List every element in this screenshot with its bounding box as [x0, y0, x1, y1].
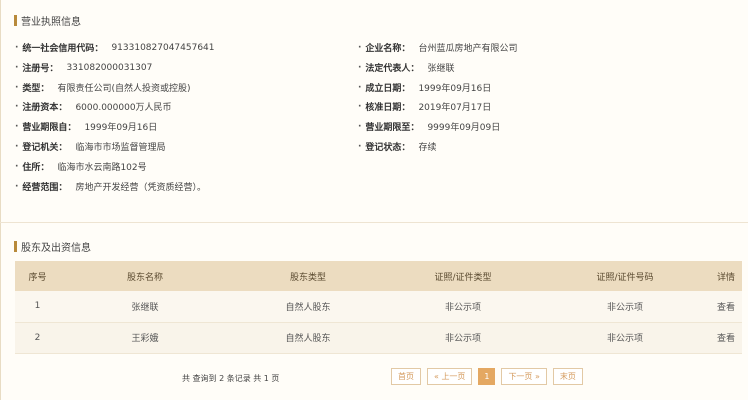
section-marker: [14, 15, 17, 26]
established-row: · 成立日期： 1999年09月16日: [358, 81, 492, 95]
address-value: 临海市水云南路102号: [57, 163, 147, 173]
cell-cert-type: 非公示项: [386, 291, 540, 323]
company-name-value: 台州蓝瓜房地产有限公司: [418, 44, 518, 54]
term-to-row: · 营业期限至： 9999年09月09日: [358, 120, 501, 134]
cell-name: 王彩娥: [60, 322, 230, 354]
bullet-icon: ·: [358, 141, 362, 152]
license-section-title: 营业执照信息: [14, 13, 81, 28]
capital-label: 注册资本：: [22, 103, 68, 113]
table-row: 1 张继联 自然人股东 非公示项 非公示项 查看: [15, 291, 742, 323]
bullet-icon: ·: [15, 42, 19, 53]
credit-code-row: · 统一社会信用代码： 913310827047457641: [15, 41, 215, 55]
type-label: 类型：: [22, 84, 50, 94]
col-header-index: 序号: [15, 261, 60, 291]
established-value: 1999年09月16日: [418, 84, 492, 94]
col-header-detail: 详情: [710, 261, 742, 291]
bullet-icon: ·: [358, 101, 362, 112]
cell-type: 自然人股东: [230, 291, 386, 323]
col-header-cert-type: 证照/证件类型: [386, 261, 540, 291]
view-detail-link[interactable]: 查看: [710, 291, 742, 323]
bullet-icon: ·: [358, 121, 362, 132]
section-marker: [14, 241, 17, 252]
current-page-button[interactable]: 1: [478, 368, 496, 385]
col-header-type: 股东类型: [230, 261, 386, 291]
reg-no-label: 注册号：: [22, 64, 59, 74]
bullet-icon: ·: [15, 121, 19, 132]
col-header-name: 股东名称: [60, 261, 230, 291]
bullet-icon: ·: [15, 62, 19, 73]
table-row: 2 王彩娥 自然人股东 非公示项 非公示项 查看: [15, 322, 742, 354]
approved-row: · 核准日期： 2019年07月17日: [358, 100, 492, 114]
cell-index: 1: [15, 291, 60, 323]
term-from-row: · 营业期限自： 1999年09月16日: [15, 120, 158, 134]
cell-cert-type: 非公示项: [386, 322, 540, 354]
pagination: 首页 « 上一页 1 下一页 » 末页: [391, 368, 583, 385]
next-page-button[interactable]: 下一页 »: [501, 368, 547, 385]
col-header-cert-no: 证照/证件号码: [540, 261, 710, 291]
term-to-label: 营业期限至：: [365, 123, 420, 133]
pager-summary: 共 查询到 2 条记录 共 1 页: [182, 374, 280, 383]
company-name-row: · 企业名称： 台州蓝瓜房地产有限公司: [358, 41, 518, 55]
capital-row: · 注册资本： 6000.000000万人民币: [15, 100, 172, 114]
bullet-icon: ·: [358, 42, 362, 53]
table-header-row: 序号 股东名称 股东类型 证照/证件类型 证照/证件号码 详情: [15, 261, 742, 291]
address-row: · 住所： 临海市水云南路102号: [15, 160, 147, 174]
credit-code-value: 913310827047457641: [111, 42, 215, 53]
cell-cert-no: 非公示项: [540, 291, 710, 323]
term-from-label: 营业期限自：: [22, 123, 77, 133]
bullet-icon: ·: [358, 82, 362, 93]
status-value: 存续: [418, 143, 437, 153]
legal-rep-value: 张继联: [427, 64, 455, 74]
type-value: 有限责任公司(自然人投资或控股): [57, 84, 191, 94]
authority-row: · 登记机关： 临海市市场监督管理局: [15, 140, 166, 154]
bullet-icon: ·: [15, 101, 19, 112]
authority-label: 登记机关：: [22, 143, 68, 153]
legal-rep-row: · 法定代表人： 张继联: [358, 61, 455, 75]
scope-label: 经营范围：: [22, 183, 68, 193]
shareholder-table: 序号 股东名称 股东类型 证照/证件类型 证照/证件号码 详情 1 张继联 自然…: [15, 261, 742, 354]
cell-cert-no: 非公示项: [540, 322, 710, 354]
type-row: · 类型： 有限责任公司(自然人投资或控股): [15, 81, 191, 95]
shareholder-section-label: 股东及出资信息: [21, 243, 91, 254]
credit-code-label: 统一社会信用代码：: [22, 44, 104, 54]
scope-row: · 经营范围： 房地产开发经营（凭资质经营）。: [15, 180, 206, 194]
bullet-icon: ·: [15, 141, 19, 152]
shareholder-section-title: 股东及出资信息: [14, 239, 91, 254]
cell-type: 自然人股东: [230, 322, 386, 354]
term-to-value: 9999年09月09日: [427, 123, 501, 133]
status-label: 登记状态：: [365, 143, 411, 153]
authority-value: 临海市市场监督管理局: [75, 143, 166, 153]
last-page-button[interactable]: 末页: [552, 368, 583, 385]
cell-name: 张继联: [60, 291, 230, 323]
cell-index: 2: [15, 322, 60, 354]
bullet-icon: ·: [15, 181, 19, 192]
term-from-value: 1999年09月16日: [84, 123, 158, 133]
address-label: 住所：: [22, 163, 50, 173]
view-detail-link[interactable]: 查看: [710, 322, 742, 354]
scope-value: 房地产开发经营（凭资质经营）。: [75, 183, 206, 193]
company-name-label: 企业名称：: [365, 44, 411, 54]
approved-label: 核准日期：: [365, 103, 411, 113]
bullet-icon: ·: [15, 82, 19, 93]
prev-page-button[interactable]: « 上一页: [427, 368, 473, 385]
license-section-label: 营业执照信息: [21, 17, 81, 28]
section-divider: [0, 222, 748, 223]
bullet-icon: ·: [358, 62, 362, 73]
capital-value: 6000.000000万人民币: [75, 103, 172, 113]
legal-rep-label: 法定代表人：: [365, 64, 420, 74]
status-row: · 登记状态： 存续: [358, 140, 437, 154]
bullet-icon: ·: [15, 161, 19, 172]
reg-no-row: · 注册号： 331082000031307: [15, 61, 153, 75]
first-page-button[interactable]: 首页: [391, 368, 421, 385]
reg-no-value: 331082000031307: [66, 62, 153, 73]
approved-value: 2019年07月17日: [418, 103, 492, 113]
established-label: 成立日期：: [365, 84, 411, 94]
